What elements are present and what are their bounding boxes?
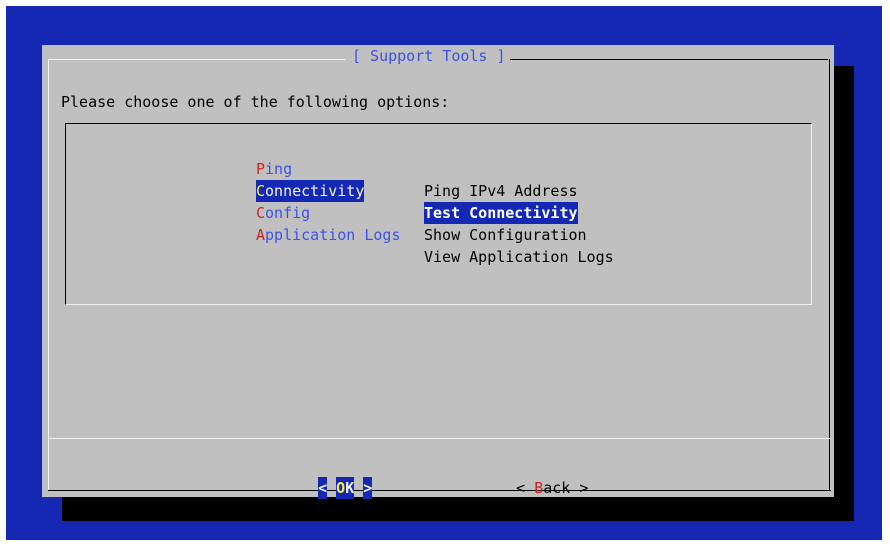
hotkey-letter: C xyxy=(256,204,266,222)
menu-item-config[interactable]: Config Show Configuration xyxy=(66,180,587,244)
menu-item-description: View Application Logs xyxy=(424,248,614,266)
ok-button[interactable]: < OK > xyxy=(282,455,373,499)
menu-item-ping[interactable]: Ping Ping IPv4 Address xyxy=(66,136,578,200)
button-area-separator xyxy=(48,438,831,439)
dialog-frame-top-left xyxy=(48,59,346,60)
menu-item-tag: Config xyxy=(256,202,310,224)
menu-item-tag-rest: onnectivity xyxy=(265,182,365,200)
dialog-frame-left xyxy=(48,59,49,491)
dialog-prompt: Please choose one of the following optio… xyxy=(61,93,450,111)
dialog-frame-bottom xyxy=(48,490,831,491)
menu-list: Ping Ping IPv4 Address Connectivity Test… xyxy=(65,123,812,305)
ok-button-left-bracket: < xyxy=(318,477,328,499)
menu-item-description: Show Configuration xyxy=(424,226,587,244)
back-button-right-bracket: > xyxy=(570,479,589,497)
back-button-left-bracket: < xyxy=(516,479,535,497)
dialog-frame-right xyxy=(829,59,830,491)
hotkey-letter: C xyxy=(256,182,266,200)
menu-item-application-logs[interactable]: Application Logs View Application Logs xyxy=(66,202,614,266)
hotkey-letter: O xyxy=(336,477,346,499)
menu-item-description: Test Connectivity xyxy=(424,202,578,224)
support-tools-dialog: [ Support Tools ] Please choose one of t… xyxy=(42,45,834,499)
menu-item-tag-rest: pplication Logs xyxy=(265,226,401,244)
menu-item-tag: Ping xyxy=(256,158,292,180)
menu-item-tag: Connectivity xyxy=(256,180,365,202)
hotkey-letter: P xyxy=(256,160,266,178)
back-button-label-rest: ack xyxy=(543,479,571,497)
ok-button-label-rest: K xyxy=(345,477,355,499)
ok-button-right-bracket: > xyxy=(363,477,373,499)
menu-item-tag-rest: ing xyxy=(265,160,293,178)
dialog-title: [ Support Tools ] xyxy=(348,45,510,67)
menu-item-connectivity[interactable]: Connectivity Test Connectivity xyxy=(66,158,578,224)
menu-item-tag: Application Logs xyxy=(256,224,401,246)
back-button[interactable]: < Back > xyxy=(480,455,588,497)
menu-item-tag-rest: onfig xyxy=(265,204,311,222)
dialog-frame-top-right xyxy=(500,59,828,60)
menu-item-description: Ping IPv4 Address xyxy=(424,182,578,200)
hotkey-letter: A xyxy=(256,226,266,244)
hotkey-letter: B xyxy=(534,479,544,497)
